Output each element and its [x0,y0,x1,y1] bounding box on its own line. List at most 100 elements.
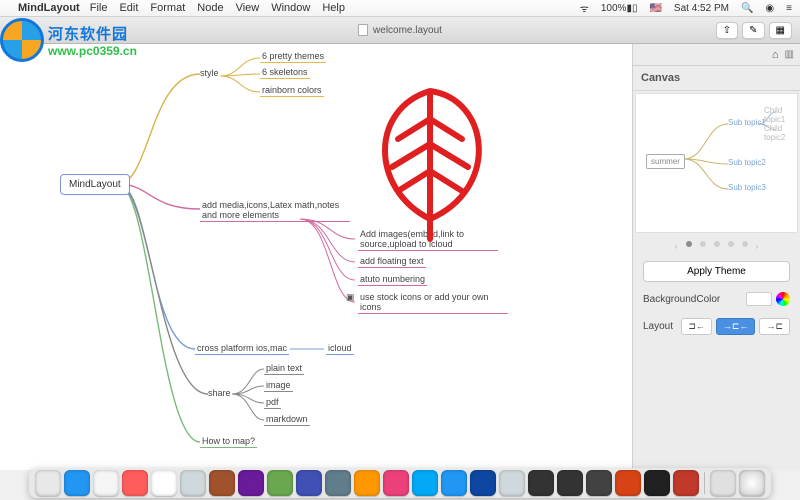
node-addmedia-child-1[interactable]: add floating text [358,255,426,268]
mac-menubar: MindLayout File Edit Format Node View Wi… [0,0,800,17]
menu-edit[interactable]: Edit [119,2,138,14]
pager-prev-icon[interactable]: ‹ [675,241,678,251]
node-addmedia-child-2[interactable]: atuto numbering [358,273,427,286]
preview-sub-0: Sub topic1 [728,118,766,127]
node-style[interactable]: style [200,68,219,78]
preview-sub-1: Sub topic2 [728,158,766,167]
dock-app-mail[interactable] [93,470,119,496]
user-icon[interactable]: ◉ [765,3,774,14]
root-node[interactable]: MindLayout [60,174,130,195]
theme-pager: ‹ › [633,235,800,257]
sidebar-tabs: ⌂ ▥ [633,44,800,66]
node-howto[interactable]: How to map? [200,435,257,448]
main-area: MindLayout style 6 pretty themes 6 skele… [0,44,800,470]
pager-dot-4[interactable] [742,241,748,247]
preview-root: summer [646,154,685,169]
dock-app-trash[interactable] [739,470,765,496]
layout-opt-both[interactable]: →⊏← [716,318,756,335]
dock-app-music[interactable] [383,470,409,496]
preview-child-1: Child topic2 [764,124,797,142]
pager-dot-3[interactable] [728,241,734,247]
flag-icon[interactable]: 🇺🇸 [649,3,661,14]
dock-app-appstore[interactable] [441,470,467,496]
dock-separator [704,472,705,494]
node-style-child-0[interactable]: 6 pretty themes [260,50,326,63]
dock-app-settings[interactable] [499,470,525,496]
pager-dot-1[interactable] [700,241,706,247]
leaf-drawing [350,79,510,249]
menu-help[interactable]: Help [322,2,345,14]
pager-dot-0[interactable] [686,241,692,247]
node-style-child-2[interactable]: rainborn colors [260,84,324,97]
watermark-line2: www.pc0359.cn [48,44,137,58]
theme-preview[interactable]: summer Sub topic1 Sub topic2 Sub topic3 … [635,93,798,233]
notif-icon[interactable]: ≡ [786,3,792,14]
dock-app-preview[interactable] [325,470,351,496]
document-tab[interactable]: welcome.layout [358,24,442,36]
bgcolor-label: BackgroundColor [643,294,720,305]
app-name[interactable]: MindLayout [18,2,80,14]
wifi-icon[interactable]: ᯤ [580,1,589,15]
grid-button[interactable]: ▦ [769,22,792,39]
menu-view[interactable]: View [236,2,260,14]
node-share-child-3[interactable]: markdown [264,413,310,426]
dock-app-downloads[interactable] [710,470,736,496]
watermark: 河东软件园 www.pc0359.cn [0,18,137,62]
dock-app-safari[interactable] [64,470,90,496]
dock-app-finder[interactable] [35,470,61,496]
menu-format[interactable]: Format [150,2,185,14]
layout-opt-right[interactable]: →⊏ [759,318,790,335]
clock[interactable]: Sat 4:52 PM [674,3,729,14]
node-icloud[interactable]: icloud [326,342,354,355]
node-style-child-1[interactable]: 6 skeletons [260,66,310,79]
edit-button[interactable]: ✎ [742,22,764,39]
dock-app-contacts[interactable] [209,470,235,496]
node-crossplatform[interactable]: cross platform ios,mac [195,342,289,355]
layout-row: Layout ⊐← →⊏← →⊏ [633,312,800,341]
mindmap-canvas[interactable]: MindLayout style 6 pretty themes 6 skele… [0,44,632,470]
inspector-sidebar: ⌂ ▥ Canvas summer Sub topic1 Sub topic2 … [632,44,800,470]
dock-app-terminal[interactable] [528,470,554,496]
node-share-child-0[interactable]: plain text [264,362,304,375]
bgcolor-swatch[interactable] [746,292,772,306]
apply-theme-button[interactable]: Apply Theme [643,261,790,282]
dock-app-iterm[interactable] [557,470,583,496]
dock-app-git[interactable] [615,470,641,496]
document-name: welcome.layout [373,25,442,36]
dock-app-keynote[interactable] [296,470,322,496]
node-share[interactable]: share [208,388,231,398]
dock-app-calendar[interactable] [122,470,148,496]
document-icon [358,24,368,36]
pager-dot-2[interactable] [714,241,720,247]
dock-app-mindlayout[interactable] [673,470,699,496]
layout-label: Layout [643,321,673,332]
dock-app-reminders[interactable] [180,470,206,496]
layout-opt-left[interactable]: ⊐← [681,318,712,335]
sidebar-tab-folder-icon[interactable]: ▥ [785,49,794,60]
dock-app-numbers[interactable] [267,470,293,496]
dock-app-sublime[interactable] [354,470,380,496]
color-wheel-icon[interactable] [776,292,790,306]
dock-app-github[interactable] [586,470,612,496]
dock-app-notes[interactable] [151,470,177,496]
sidebar-section-header: Canvas [633,66,800,91]
dock-app-xcode[interactable] [470,470,496,496]
menu-node[interactable]: Node [197,2,223,14]
node-share-child-1[interactable]: image [264,379,293,392]
menu-window[interactable]: Window [271,2,310,14]
battery-status[interactable]: 100% ▮▯ [601,3,638,14]
sidebar-tab-home-icon[interactable]: ⌂ [772,49,779,61]
node-addmedia-child-3[interactable]: use stock icons or add your own icons [358,291,508,314]
node-share-child-2[interactable]: pdf [264,396,281,409]
bgcolor-row: BackgroundColor [633,286,800,312]
dock-app-onenote[interactable] [238,470,264,496]
menu-file[interactable]: File [90,2,108,14]
node-addmedia[interactable]: add media,icons,Latex math,notes and mor… [200,199,350,222]
preview-sub-2: Sub topic3 [728,183,766,192]
share-button[interactable]: ⇧ [716,22,738,39]
watermark-line1: 河东软件园 [48,23,137,44]
spotlight-icon[interactable]: 🔍 [741,3,753,14]
pager-next-icon[interactable]: › [756,241,759,251]
dock-app-messages[interactable] [412,470,438,496]
dock-app-qq[interactable] [644,470,670,496]
